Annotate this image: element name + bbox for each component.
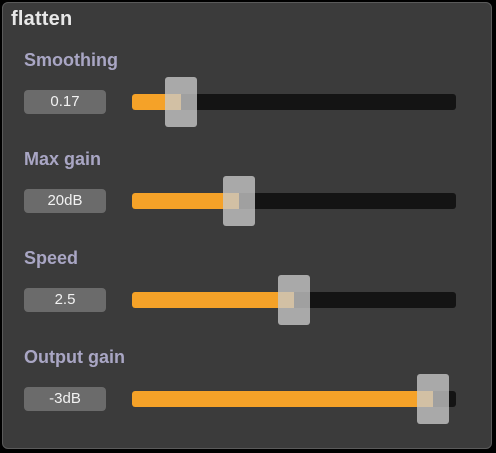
max-gain-slider[interactable] [132, 176, 456, 226]
slider-thumb[interactable] [165, 77, 197, 127]
smoothing-value-field[interactable]: 0.17 [24, 90, 106, 114]
panel-title: flatten [11, 8, 73, 30]
max-gain-label: Max gain [24, 149, 102, 169]
smoothing-label: Smoothing [24, 50, 118, 70]
output-gain-slider[interactable] [132, 374, 456, 424]
speed-slider[interactable] [132, 275, 456, 325]
flatten-panel: flatten Smoothing 0.17 Max gain 20dB Spe… [2, 2, 492, 449]
smoothing-slider[interactable] [132, 77, 456, 127]
param-max-gain: Max gain 20dB [3, 149, 491, 249]
slider-thumb[interactable] [417, 374, 449, 424]
output-gain-value-field[interactable]: -3dB [24, 387, 106, 411]
param-smoothing: Smoothing 0.17 [3, 50, 491, 150]
output-gain-label: Output gain [24, 347, 125, 367]
param-output-gain: Output gain -3dB [3, 347, 491, 447]
param-speed: Speed 2.5 [3, 248, 491, 348]
slider-fill [132, 292, 294, 308]
speed-value-field[interactable]: 2.5 [24, 288, 106, 312]
speed-label: Speed [24, 248, 79, 268]
slider-fill [132, 391, 433, 407]
max-gain-value-field[interactable]: 20dB [24, 189, 106, 213]
slider-thumb[interactable] [278, 275, 310, 325]
slider-thumb[interactable] [223, 176, 255, 226]
